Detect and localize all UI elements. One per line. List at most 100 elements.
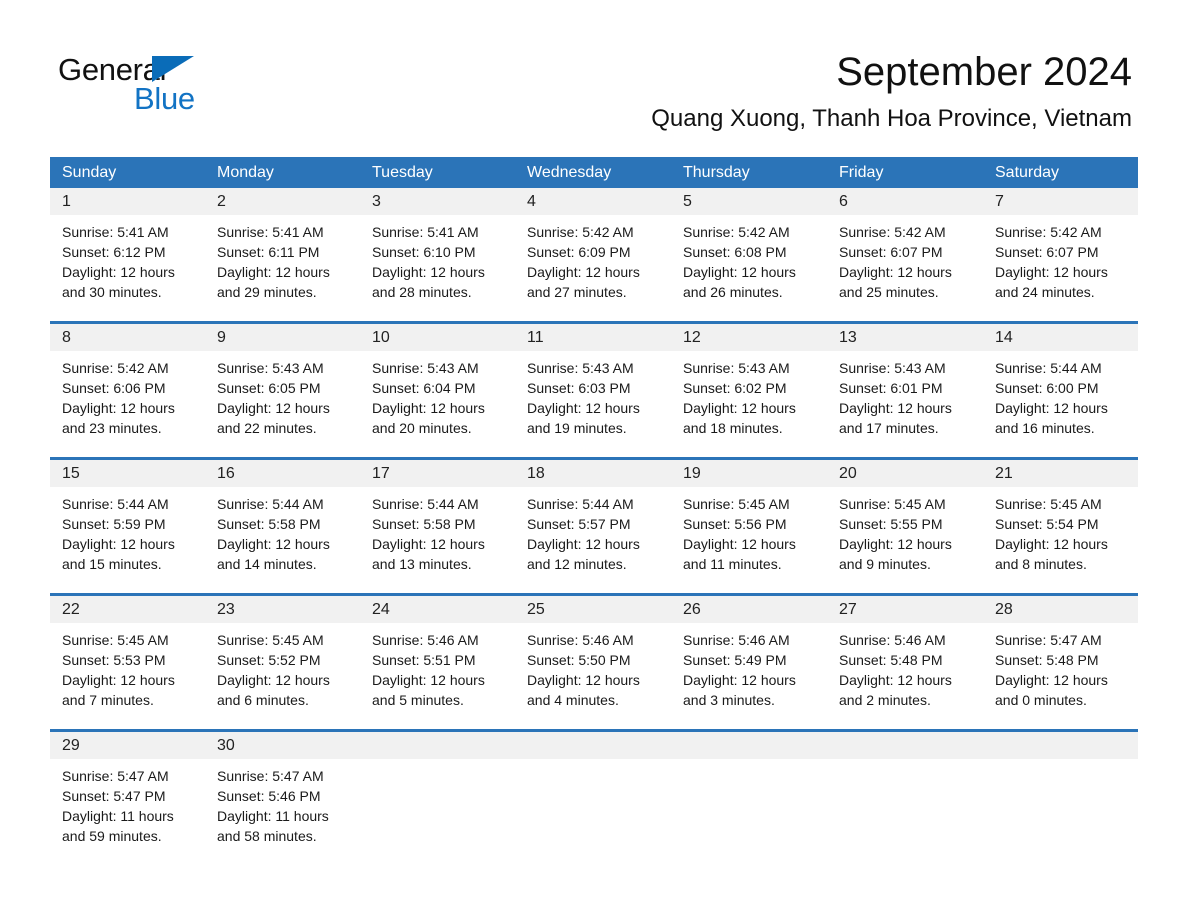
day-cell[interactable]: Sunrise: 5:45 AM Sunset: 5:53 PM Daylight:… — [50, 623, 205, 720]
day-cell-empty — [360, 759, 515, 856]
day-number-cell-empty — [827, 732, 983, 759]
day-number-cell[interactable]: 1 — [50, 188, 205, 215]
day-cell[interactable]: Sunrise: 5:46 AM Sunset: 5:49 PM Daylight:… — [671, 623, 827, 720]
day-cell[interactable]: Sunrise: 5:46 AM Sunset: 5:48 PM Daylight:… — [827, 623, 983, 720]
day-cell-empty — [515, 759, 671, 856]
day-number-cell[interactable]: 12 — [671, 324, 827, 351]
sunrise-text: Sunrise: 5:41 AM — [217, 224, 324, 240]
day-number-cell[interactable]: 8 — [50, 324, 205, 351]
sunset-text: Sunset: 6:06 PM — [62, 380, 166, 396]
day-cell[interactable]: Sunrise: 5:45 AM Sunset: 5:54 PM Daylight:… — [983, 487, 1138, 584]
day-cell[interactable]: Sunrise: 5:43 AM Sunset: 6:04 PM Daylight:… — [360, 351, 515, 448]
day-cell[interactable]: Sunrise: 5:44 AM Sunset: 5:59 PM Daylight:… — [50, 487, 205, 584]
sunrise-text: Sunrise: 5:44 AM — [62, 496, 169, 512]
day-number-cell[interactable]: 25 — [515, 596, 671, 623]
sunrise-text: Sunrise: 5:43 AM — [527, 360, 634, 376]
sunset-text: Sunset: 5:52 PM — [217, 652, 321, 668]
sunrise-text: Sunrise: 5:45 AM — [995, 496, 1102, 512]
day-number-cell[interactable]: 16 — [205, 460, 360, 487]
sunset-text: Sunset: 6:05 PM — [217, 380, 321, 396]
sunrise-text: Sunrise: 5:46 AM — [372, 632, 479, 648]
day-number-cell[interactable]: 17 — [360, 460, 515, 487]
day-cell[interactable]: Sunrise: 5:42 AM Sunset: 6:08 PM Daylight:… — [671, 215, 827, 312]
daylight-text-line1: Daylight: 12 hours — [995, 672, 1108, 688]
day-cell[interactable]: Sunrise: 5:45 AM Sunset: 5:52 PM Daylight:… — [205, 623, 360, 720]
daylight-text-line1: Daylight: 11 hours — [217, 808, 329, 824]
day-number-cell[interactable]: 21 — [983, 460, 1138, 487]
daylight-text-line2: and 14 minutes. — [217, 556, 317, 572]
day-cell[interactable]: Sunrise: 5:46 AM Sunset: 5:51 PM Daylight:… — [360, 623, 515, 720]
day-cell[interactable]: Sunrise: 5:43 AM Sunset: 6:03 PM Daylight:… — [515, 351, 671, 448]
day-cell[interactable]: Sunrise: 5:44 AM Sunset: 5:57 PM Daylight:… — [515, 487, 671, 584]
day-cell[interactable]: Sunrise: 5:41 AM Sunset: 6:12 PM Daylight:… — [50, 215, 205, 312]
day-number-row: 22 23 24 25 26 27 28 — [50, 596, 1138, 623]
day-cell[interactable]: Sunrise: 5:42 AM Sunset: 6:07 PM Daylight:… — [983, 215, 1138, 312]
day-cell[interactable]: Sunrise: 5:41 AM Sunset: 6:11 PM Daylight:… — [205, 215, 360, 312]
daylight-text-line1: Daylight: 12 hours — [995, 400, 1108, 416]
daylight-text-line2: and 16 minutes. — [995, 420, 1095, 436]
sunrise-text: Sunrise: 5:42 AM — [683, 224, 790, 240]
day-number-cell[interactable]: 22 — [50, 596, 205, 623]
daylight-text-line2: and 30 minutes. — [62, 284, 162, 300]
day-number-cell[interactable]: 9 — [205, 324, 360, 351]
daylight-text-line1: Daylight: 12 hours — [527, 672, 640, 688]
calendar-table: Sunday Monday Tuesday Wednesday Thursday… — [50, 157, 1138, 856]
day-cell[interactable]: Sunrise: 5:44 AM Sunset: 5:58 PM Daylight:… — [360, 487, 515, 584]
day-number-cell[interactable]: 28 — [983, 596, 1138, 623]
sunrise-text: Sunrise: 5:41 AM — [372, 224, 479, 240]
day-cell[interactable]: Sunrise: 5:47 AM Sunset: 5:47 PM Daylight:… — [50, 759, 205, 856]
day-cell[interactable]: Sunrise: 5:45 AM Sunset: 5:55 PM Daylight:… — [827, 487, 983, 584]
day-number-cell[interactable]: 20 — [827, 460, 983, 487]
sunset-text: Sunset: 6:07 PM — [839, 244, 943, 260]
calendar-page: General Blue September 2024 Quang Xuong,… — [0, 0, 1188, 918]
day-number-cell[interactable]: 24 — [360, 596, 515, 623]
day-number-cell[interactable]: 23 — [205, 596, 360, 623]
day-detail-row: Sunrise: 5:41 AM Sunset: 6:12 PM Daylight:… — [50, 215, 1138, 312]
sunrise-text: Sunrise: 5:44 AM — [527, 496, 634, 512]
daylight-text-line2: and 6 minutes. — [217, 692, 309, 708]
daylight-text-line2: and 59 minutes. — [62, 828, 162, 844]
daylight-text-line2: and 29 minutes. — [217, 284, 317, 300]
day-cell[interactable]: Sunrise: 5:42 AM Sunset: 6:09 PM Daylight:… — [515, 215, 671, 312]
day-number-cell[interactable]: 11 — [515, 324, 671, 351]
day-number-cell[interactable]: 29 — [50, 732, 205, 759]
day-number-cell[interactable]: 3 — [360, 188, 515, 215]
day-cell[interactable]: Sunrise: 5:41 AM Sunset: 6:10 PM Daylight:… — [360, 215, 515, 312]
day-detail-row: Sunrise: 5:44 AM Sunset: 5:59 PM Daylight:… — [50, 487, 1138, 584]
daylight-text-line1: Daylight: 12 hours — [372, 536, 485, 552]
day-cell[interactable]: Sunrise: 5:47 AM Sunset: 5:46 PM Daylight:… — [205, 759, 360, 856]
day-number-cell[interactable]: 27 — [827, 596, 983, 623]
day-number-cell[interactable]: 13 — [827, 324, 983, 351]
day-number-cell[interactable]: 19 — [671, 460, 827, 487]
daylight-text-line2: and 7 minutes. — [62, 692, 154, 708]
day-number-cell[interactable]: 26 — [671, 596, 827, 623]
general-blue-logo[interactable]: General Blue — [58, 52, 218, 120]
day-cell[interactable]: Sunrise: 5:42 AM Sunset: 6:07 PM Daylight:… — [827, 215, 983, 312]
day-cell[interactable]: Sunrise: 5:45 AM Sunset: 5:56 PM Daylight:… — [671, 487, 827, 584]
sunset-text: Sunset: 6:03 PM — [527, 380, 631, 396]
day-cell[interactable]: Sunrise: 5:43 AM Sunset: 6:05 PM Daylight:… — [205, 351, 360, 448]
day-number-cell[interactable]: 2 — [205, 188, 360, 215]
day-number-cell[interactable]: 6 — [827, 188, 983, 215]
day-cell[interactable]: Sunrise: 5:43 AM Sunset: 6:02 PM Daylight:… — [671, 351, 827, 448]
day-number-cell[interactable]: 14 — [983, 324, 1138, 351]
daylight-text-line1: Daylight: 12 hours — [527, 536, 640, 552]
day-number-cell[interactable]: 7 — [983, 188, 1138, 215]
day-cell[interactable]: Sunrise: 5:43 AM Sunset: 6:01 PM Daylight:… — [827, 351, 983, 448]
day-cell[interactable]: Sunrise: 5:44 AM Sunset: 6:00 PM Daylight:… — [983, 351, 1138, 448]
daylight-text-line2: and 13 minutes. — [372, 556, 472, 572]
day-number-cell[interactable]: 15 — [50, 460, 205, 487]
day-cell[interactable]: Sunrise: 5:47 AM Sunset: 5:48 PM Daylight:… — [983, 623, 1138, 720]
day-cell[interactable]: Sunrise: 5:44 AM Sunset: 5:58 PM Daylight:… — [205, 487, 360, 584]
day-cell[interactable]: Sunrise: 5:42 AM Sunset: 6:06 PM Daylight:… — [50, 351, 205, 448]
day-cell[interactable]: Sunrise: 5:46 AM Sunset: 5:50 PM Daylight:… — [515, 623, 671, 720]
day-number-cell[interactable]: 18 — [515, 460, 671, 487]
daylight-text-line2: and 28 minutes. — [372, 284, 472, 300]
day-number-cell[interactable]: 5 — [671, 188, 827, 215]
day-number-cell[interactable]: 10 — [360, 324, 515, 351]
sunset-text: Sunset: 6:04 PM — [372, 380, 476, 396]
daylight-text-line1: Daylight: 12 hours — [62, 400, 175, 416]
day-number-cell[interactable]: 30 — [205, 732, 360, 759]
day-number-cell[interactable]: 4 — [515, 188, 671, 215]
sunrise-text: Sunrise: 5:45 AM — [839, 496, 946, 512]
